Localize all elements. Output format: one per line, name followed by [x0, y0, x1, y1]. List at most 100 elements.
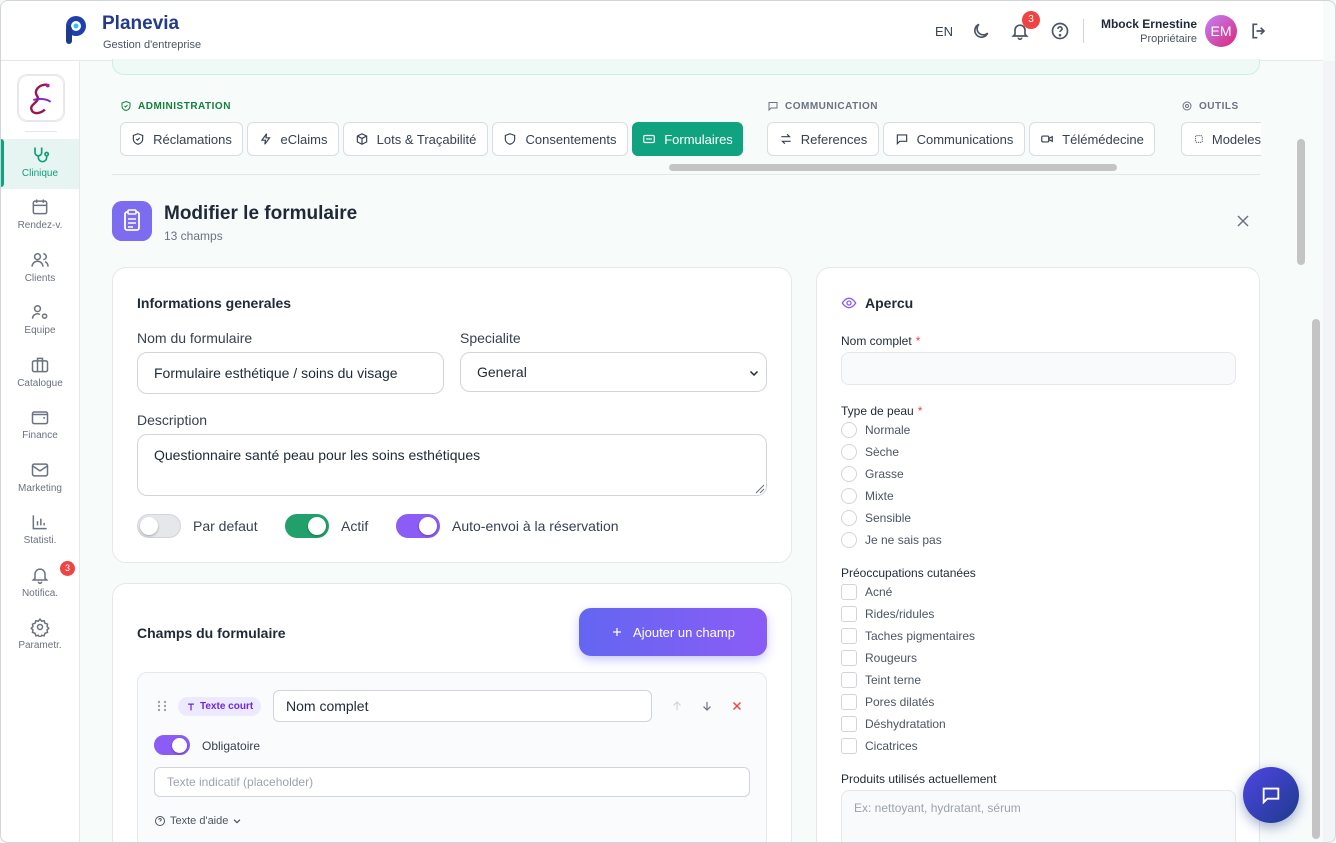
checkbox-option[interactable]: Teint terne	[841, 672, 921, 688]
radio-button[interactable]	[841, 532, 857, 548]
top-bar: Planevia Gestion d'entreprise EN 3 Mbock…	[1, 1, 1323, 61]
tabs-horizontal-scrollbar[interactable]	[669, 164, 1117, 171]
tab-eclaims[interactable]: eClaims	[247, 122, 339, 156]
app-window: Planevia Gestion d'entreprise EN 3 Mbock…	[0, 0, 1336, 843]
default-toggle[interactable]	[137, 514, 181, 538]
radio-option[interactable]: Sensible	[841, 510, 911, 526]
checkbox-option[interactable]: Rides/ridules	[841, 606, 934, 622]
radio-option[interactable]: Mixte	[841, 488, 894, 504]
arrow-up-icon[interactable]	[670, 699, 684, 713]
help-text-toggle[interactable]: Texte d'aide	[154, 815, 242, 827]
checkbox-option[interactable]: Acné	[841, 584, 892, 600]
description-label: Description	[137, 412, 208, 428]
sidebar-item-catalogue[interactable]: Catalogue	[1, 349, 79, 399]
chat-icon	[1262, 787, 1280, 805]
wallet-icon	[31, 411, 49, 425]
tab-consentements[interactable]: Consentements	[492, 122, 628, 156]
tab-telemedecine[interactable]: Télémédecine	[1029, 122, 1155, 156]
delete-field-icon[interactable]	[730, 699, 744, 713]
sidebar-item-label: Parametr.	[18, 640, 62, 651]
content-scrollbar-thumb[interactable]	[1297, 139, 1305, 265]
checkbox[interactable]	[841, 694, 857, 710]
drag-handle-icon[interactable]	[155, 699, 169, 713]
preview-products-textarea[interactable]: Ex: nettoyant, hydratant, sérum	[841, 790, 1236, 842]
tab-lots-tracabilite[interactable]: Lots & Traçabilité	[343, 122, 488, 156]
tab-formulaires[interactable]: Formulaires	[632, 122, 743, 156]
checkbox[interactable]	[841, 584, 857, 600]
radio-button[interactable]	[841, 422, 857, 438]
checkbox[interactable]	[841, 628, 857, 644]
bar-chart-icon	[32, 515, 47, 530]
sidebar-item-clients[interactable]: Clients	[1, 244, 79, 294]
banner-edge	[112, 59, 1260, 75]
radio-option[interactable]: Normale	[841, 422, 910, 438]
add-field-button[interactable]: Ajouter un champ	[579, 608, 767, 656]
radio-button[interactable]	[841, 488, 857, 504]
sidebar-item-label: Clinique	[21, 168, 59, 179]
radio-option[interactable]: Sèche	[841, 444, 899, 460]
clipboard-icon	[112, 201, 152, 241]
language-toggle[interactable]: EN	[935, 24, 953, 39]
active-toggle-label: Actif	[341, 518, 369, 534]
help-icon[interactable]	[1050, 21, 1070, 41]
checkbox[interactable]	[841, 716, 857, 732]
logout-icon[interactable]	[1249, 21, 1269, 41]
checkbox[interactable]	[841, 738, 857, 754]
checkbox-option[interactable]: Déshydratation	[841, 716, 946, 732]
sidebar-item-label: Statisti.	[23, 535, 57, 546]
video-icon	[1041, 135, 1054, 143]
auto-send-toggle[interactable]	[396, 514, 440, 538]
moon-icon[interactable]	[971, 21, 991, 41]
radio-button[interactable]	[841, 510, 857, 526]
preview-title: Apercu	[865, 295, 914, 311]
tab-communications[interactable]: Communications	[883, 122, 1025, 156]
sidebar-item-clinique[interactable]: Clinique	[1, 139, 79, 189]
checkbox[interactable]	[841, 606, 857, 622]
radio-option[interactable]: Je ne sais pas	[841, 532, 942, 548]
tab-modeles[interactable]: Modeles	[1181, 122, 1261, 156]
specialty-label: Specialite	[460, 330, 521, 346]
checkbox[interactable]	[841, 672, 857, 688]
sidebar-item-rendez-vous[interactable]: Rendez-v.	[1, 191, 79, 241]
specialty-select[interactable]: General	[460, 352, 767, 392]
chat-button[interactable]	[1243, 767, 1299, 823]
radio-button[interactable]	[841, 466, 857, 482]
form-name-input[interactable]: Formulaire esthétique / soins du visage	[137, 352, 444, 394]
field-name-input[interactable]: Nom complet	[273, 690, 652, 722]
arrow-down-icon[interactable]	[700, 699, 714, 713]
description-textarea[interactable]: Questionnaire santé peau pour les soins …	[137, 434, 767, 496]
close-icon[interactable]	[1233, 211, 1253, 231]
page-scrollbar-thumb[interactable]	[1312, 319, 1320, 839]
tab-references[interactable]: References	[767, 122, 879, 156]
shield-icon	[132, 133, 144, 145]
preview-full-name-input[interactable]	[841, 352, 1236, 385]
sidebar-item-statistiques[interactable]: Statisti.	[1, 506, 79, 556]
clinic-logo-icon[interactable]	[17, 74, 65, 122]
sidebar-item-label: Marketing	[18, 483, 62, 494]
sidebar-item-equipe[interactable]: Equipe	[1, 296, 79, 346]
checkbox-option[interactable]: Taches pigmentaires	[841, 628, 975, 644]
resize-handle-icon[interactable]	[753, 482, 765, 494]
arrows-swap-icon	[780, 133, 791, 145]
sidebar-item-finance[interactable]: Finance	[1, 401, 79, 451]
sidebar-item-marketing[interactable]: Marketing	[1, 454, 79, 504]
radio-button[interactable]	[841, 444, 857, 460]
page-scrollbar-track[interactable]	[1323, 61, 1335, 842]
tab-reclamations[interactable]: Réclamations	[120, 122, 243, 156]
shield-icon	[505, 133, 516, 145]
checkbox-option[interactable]: Rougeurs	[841, 650, 917, 666]
placeholder-input[interactable]: Texte indicatif (placeholder)	[154, 767, 750, 797]
checkbox-option[interactable]: Pores dilatés	[841, 694, 934, 710]
checkbox-option[interactable]: Cicatrices	[841, 738, 918, 754]
radio-option[interactable]: Grasse	[841, 466, 904, 482]
active-toggle[interactable]	[285, 514, 329, 538]
group-label-administration: ADMINISTRATION	[120, 100, 231, 112]
sidebar-item-parametres[interactable]: Parametr.	[1, 611, 79, 661]
preview-skin-type-label: Type de peau *	[841, 404, 923, 418]
planevia-logo-icon[interactable]	[63, 15, 89, 45]
required-toggle[interactable]	[154, 735, 190, 755]
sidebar-notification-badge: 3	[60, 561, 75, 576]
user-role: Propriétaire	[1140, 33, 1197, 45]
avatar[interactable]: EM	[1205, 15, 1237, 47]
checkbox[interactable]	[841, 650, 857, 666]
